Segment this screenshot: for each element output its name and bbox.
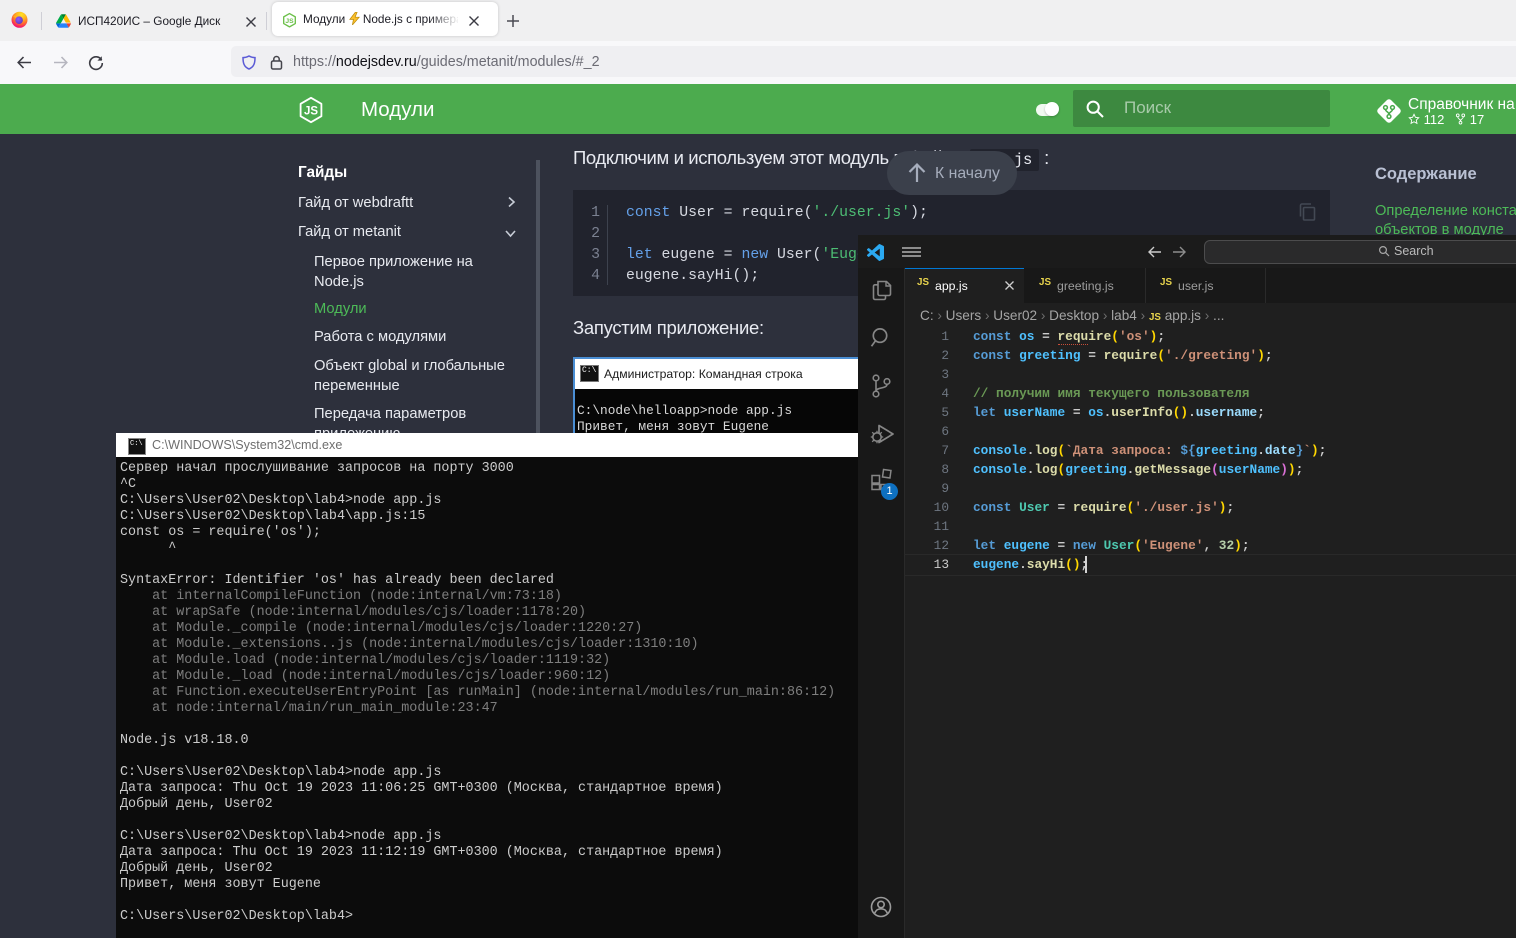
svg-text:JS: JS [285, 18, 294, 25]
svg-text:JS: JS [304, 106, 318, 118]
